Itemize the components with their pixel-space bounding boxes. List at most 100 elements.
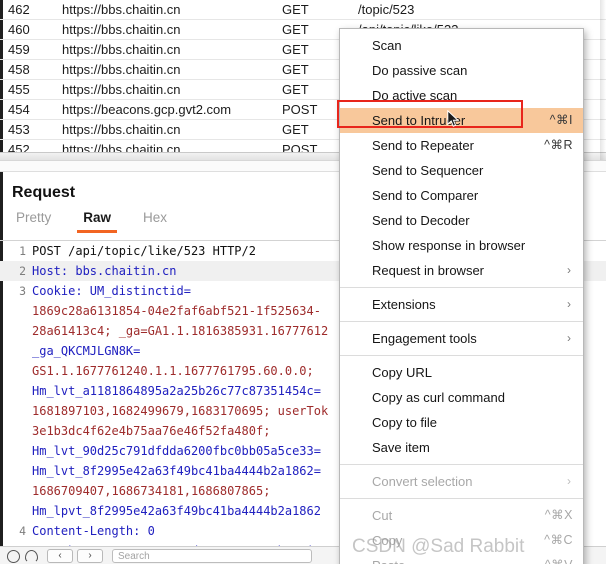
code-text: 1681897103,1682499679,1683170695; userTo… [32,404,329,418]
panel-shadow [600,0,606,160]
row-id-cell: 460 [8,22,30,37]
menu-item-send-to-comparer[interactable]: Send to Comparer [340,183,583,208]
table-row[interactable]: 462 https://bbs.chaitin.cn GET/topic/523 [0,0,606,20]
line-number: 1 [19,244,26,258]
menu-item-label: Request in browser [372,263,484,278]
line-number: 3 [19,284,26,298]
line-number: 4 [19,524,26,538]
menu-item-label: Copy to file [372,415,438,430]
menu-item-copy: Copy ^⌘C [340,528,583,553]
code-text: Hm_lpvt_8f2995e42a63f49bc41ba4444b2a1862 [32,504,321,518]
code-text: GS1.1.1677761240.1.1.1677761795.60.0.0; [32,364,314,378]
row-method-cell: GET [282,62,309,77]
menu-item-shortcut: ^⌘C [544,533,573,547]
row-path-cell: /topic/523 [358,2,415,17]
menu-item-paste: Paste ^⌘V [340,553,583,564]
menu-item-copy-url[interactable]: Copy URL [340,360,583,385]
minus-circle-icon[interactable] [7,550,20,563]
menu-item-label: Send to Sequencer [372,163,484,178]
burp-proxy-window: 462 https://bbs.chaitin.cn GET/topic/523 46… [0,0,606,564]
code-text: 1686709407,1686734181,1686807865; [32,484,271,498]
menu-item-label: Convert selection [372,474,473,489]
menu-item-request-in-browser[interactable]: Request in browser › [340,258,583,283]
row-method-cell: GET [282,82,309,97]
menu-item-label: Cut [372,508,393,523]
menu-separator [340,321,583,322]
request-view-tabs[interactable]: Pretty Raw Hex [10,210,173,234]
context-menu[interactable]: Scan Do passive scan Do active scan Send to… [339,28,584,564]
row-host-cell: https://bbs.chaitin.cn [62,122,181,137]
menu-separator [340,498,583,499]
menu-item-label: Copy [372,533,403,548]
menu-item-label: Send to Comparer [372,188,479,203]
row-host-cell: https://bbs.chaitin.cn [62,42,181,57]
row-method-cell: GET [282,122,309,137]
tab-pretty[interactable]: Pretty [10,210,57,230]
code-text: Hm_lvt_8f2995e42a63f49bc41ba4444b2a1862= [32,464,321,478]
code-text: 28a61413c4; _ga=GA1.1.1816385931.1677761… [32,324,329,338]
row-id-cell: 462 [8,2,30,17]
mouse-cursor-icon [447,110,459,128]
row-id-cell: 458 [8,62,30,77]
row-id-cell: 453 [8,122,30,137]
row-host-cell: https://bbs.chaitin.cn [62,82,181,97]
row-id-cell: 459 [8,42,30,57]
menu-item-show-response-in-browser[interactable]: Show response in browser [340,233,583,258]
menu-item-label: Engagement tools [372,331,477,346]
menu-item-engagement-tools[interactable]: Engagement tools › [340,326,583,351]
row-host-cell: https://beacons.gcp.gvt2.com [62,102,232,117]
menu-item-shortcut: ^⌘R [544,138,573,152]
row-method-cell: GET [282,22,309,37]
code-text: _ga_QKCMJLGN8K= [32,344,141,358]
menu-item-shortcut: ^⌘V [545,553,573,564]
menu-item-copy-as-curl-command[interactable]: Copy as curl command [340,385,583,410]
menu-item-do-passive-scan[interactable]: Do passive scan [340,58,583,83]
menu-item-cut: Cut ^⌘X [340,503,583,528]
menu-item-label: Do passive scan [372,63,468,78]
menu-item-label: Extensions [372,297,436,312]
row-method-cell: GET [282,42,309,57]
row-method-cell: GET [282,2,309,17]
chevron-right-icon: › [567,474,571,488]
tab-raw[interactable]: Raw [77,210,118,233]
code-text: Cookie: UM_distinctid= [32,284,191,298]
menu-item-label: Send to Repeater [372,138,474,153]
menu-item-save-item[interactable]: Save item [340,435,583,460]
back-button[interactable]: ‹ [47,549,73,563]
menu-item-extensions[interactable]: Extensions › [340,292,583,317]
tab-hex[interactable]: Hex [137,210,173,230]
menu-item-shortcut: ^⌘X [544,508,573,522]
menu-item-label: Copy URL [372,365,432,380]
menu-item-label: Send to Decoder [372,213,470,228]
menu-item-do-active-scan[interactable]: Do active scan [340,83,583,108]
menu-item-send-to-decoder[interactable]: Send to Decoder [340,208,583,233]
line-number: 2 [19,264,26,278]
code-text: 3e1b3dc4f62e4b75aa76e46f52fa480f; [32,424,271,438]
chevron-right-icon: › [567,297,571,311]
code-text: Hm_lvt_90d25c791dfdda6200fbc0bb05a5ce33= [32,444,321,458]
page-title: Request [12,184,76,201]
row-id-cell: 455 [8,82,30,97]
menu-item-label: Show response in browser [372,238,526,253]
forward-button[interactable]: › [77,549,103,563]
menu-separator [340,355,583,356]
menu-item-label: Do active scan [372,88,458,103]
menu-item-send-to-repeater[interactable]: Send to Repeater ^⌘R [340,133,583,158]
code-text: POST /api/topic/like/523 HTTP/2 [32,244,256,258]
menu-item-label: Scan [372,38,402,53]
menu-item-send-to-intruder[interactable]: Send to Intruder ^⌘I [340,108,583,133]
cloud-icon[interactable] [25,550,38,563]
row-host-cell: https://bbs.chaitin.cn [62,22,181,37]
row-host-cell: https://bbs.chaitin.cn [62,2,181,17]
menu-item-send-to-sequencer[interactable]: Send to Sequencer [340,158,583,183]
menu-item-convert-selection: Convert selection › [340,469,583,494]
menu-item-scan[interactable]: Scan [340,33,583,58]
code-text: Hm_lvt_a1181864895a2a25b26c77c87351454c= [32,384,321,398]
row-host-cell: https://bbs.chaitin.cn [62,62,181,77]
chevron-right-icon: › [567,331,571,345]
search-input[interactable]: Search [112,549,312,563]
menu-item-label: Save item [372,440,430,455]
menu-item-copy-to-file[interactable]: Copy to file [340,410,583,435]
row-id-cell: 454 [8,102,30,117]
code-text: Content-Length: 0 [32,524,155,538]
